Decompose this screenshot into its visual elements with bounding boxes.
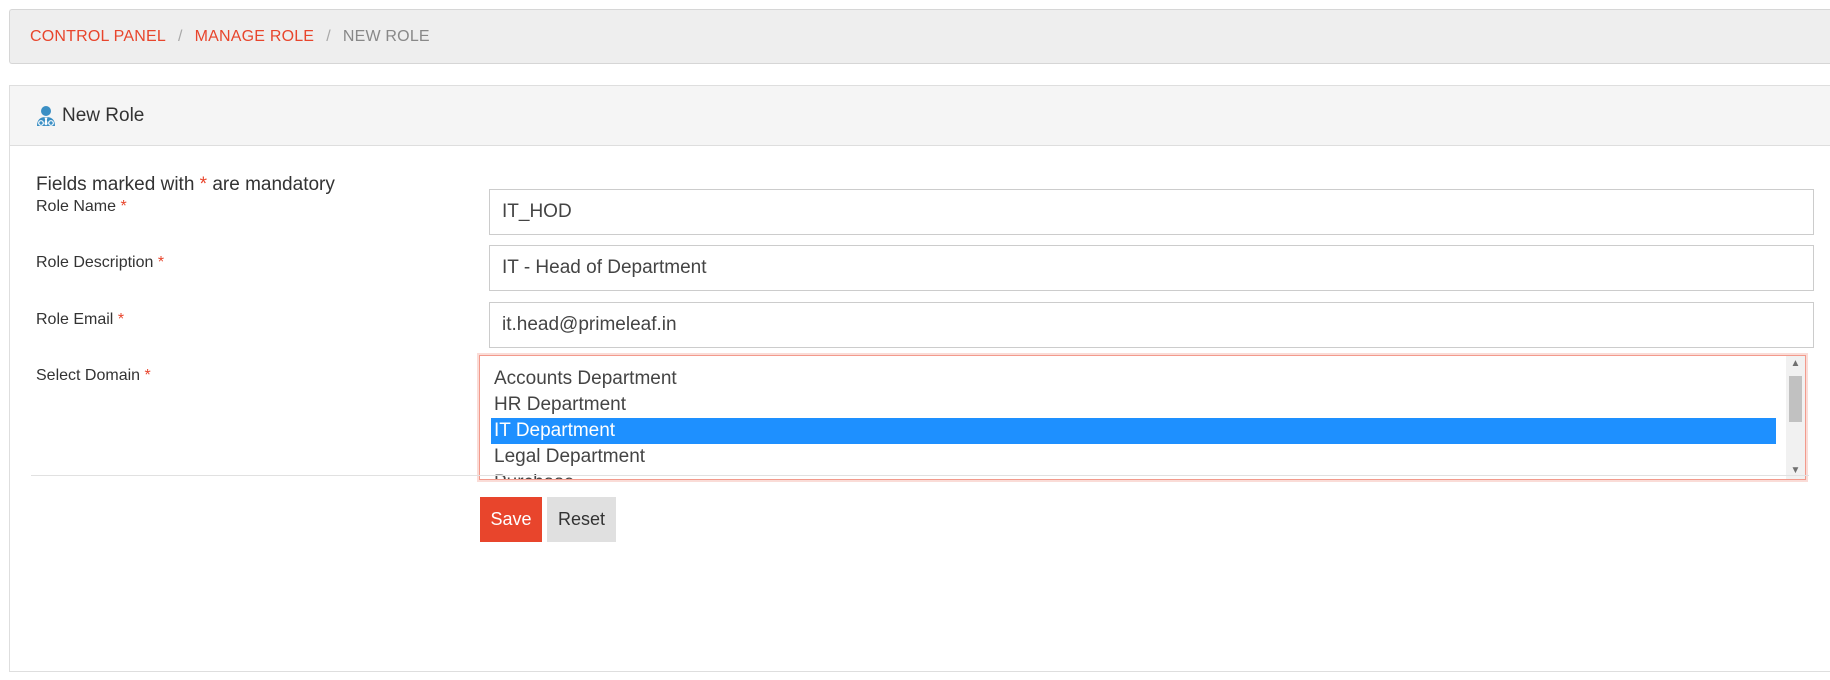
breadcrumb-current: NEW ROLE (342, 27, 430, 45)
role-email-label-text: Role Email (36, 311, 114, 328)
mandatory-note: Fields marked with * are mandatory (36, 174, 335, 196)
role-description-label: Role Description * (36, 254, 164, 272)
breadcrumb-control-panel[interactable]: CONTROL PANEL (30, 28, 166, 46)
panel-title: New Role (62, 104, 145, 126)
save-button[interactable]: Save (480, 497, 542, 542)
required-marker: * (157, 254, 165, 271)
role-description-input[interactable] (489, 245, 1814, 291)
breadcrumb: CONTROL PANEL / MANAGE ROLE / NEW ROLE (9, 9, 1830, 64)
panel-header: New Role (10, 86, 1830, 146)
required-marker: * (117, 311, 125, 328)
role-name-label-text: Role Name (36, 198, 117, 215)
breadcrumb-manage-role[interactable]: MANAGE ROLE (195, 28, 315, 46)
scroll-up-icon[interactable]: ▲ (1786, 356, 1805, 372)
role-description-label-text: Role Description (36, 254, 154, 271)
breadcrumb-separator: / (326, 27, 331, 45)
domain-options: Accounts Department HR Department IT Dep… (480, 356, 1805, 479)
role-email-label: Role Email * (36, 311, 124, 329)
scroll-thumb[interactable] (1789, 376, 1802, 422)
domain-listbox[interactable]: Accounts Department HR Department IT Dep… (479, 355, 1806, 480)
select-domain-label: Select Domain * (36, 367, 151, 385)
role-name-label: Role Name * (36, 198, 127, 216)
scroll-down-icon[interactable]: ▼ (1786, 463, 1805, 479)
breadcrumb-separator: / (177, 27, 183, 45)
domain-option-legal[interactable]: Legal Department (491, 444, 1776, 470)
mandatory-prefix: Fields marked with (36, 174, 195, 195)
select-domain-label-text: Select Domain (36, 367, 141, 384)
domain-option-hr[interactable]: HR Department (491, 392, 1776, 418)
required-marker: * (199, 174, 208, 195)
user-tie-icon (36, 105, 56, 127)
required-marker: * (144, 367, 151, 384)
reset-button[interactable]: Reset (547, 497, 616, 542)
form-divider (31, 475, 1809, 476)
required-marker: * (120, 198, 127, 215)
listbox-scrollbar[interactable]: ▲ ▼ (1786, 356, 1805, 479)
domain-option-accounts[interactable]: Accounts Department (491, 366, 1776, 392)
mandatory-suffix: are mandatory (212, 174, 335, 195)
new-role-panel: New Role Fields marked with * are mandat… (9, 85, 1830, 672)
role-email-input[interactable] (489, 302, 1814, 348)
role-name-input[interactable] (489, 189, 1814, 235)
domain-option-it-selected[interactable]: IT Department (491, 418, 1776, 444)
